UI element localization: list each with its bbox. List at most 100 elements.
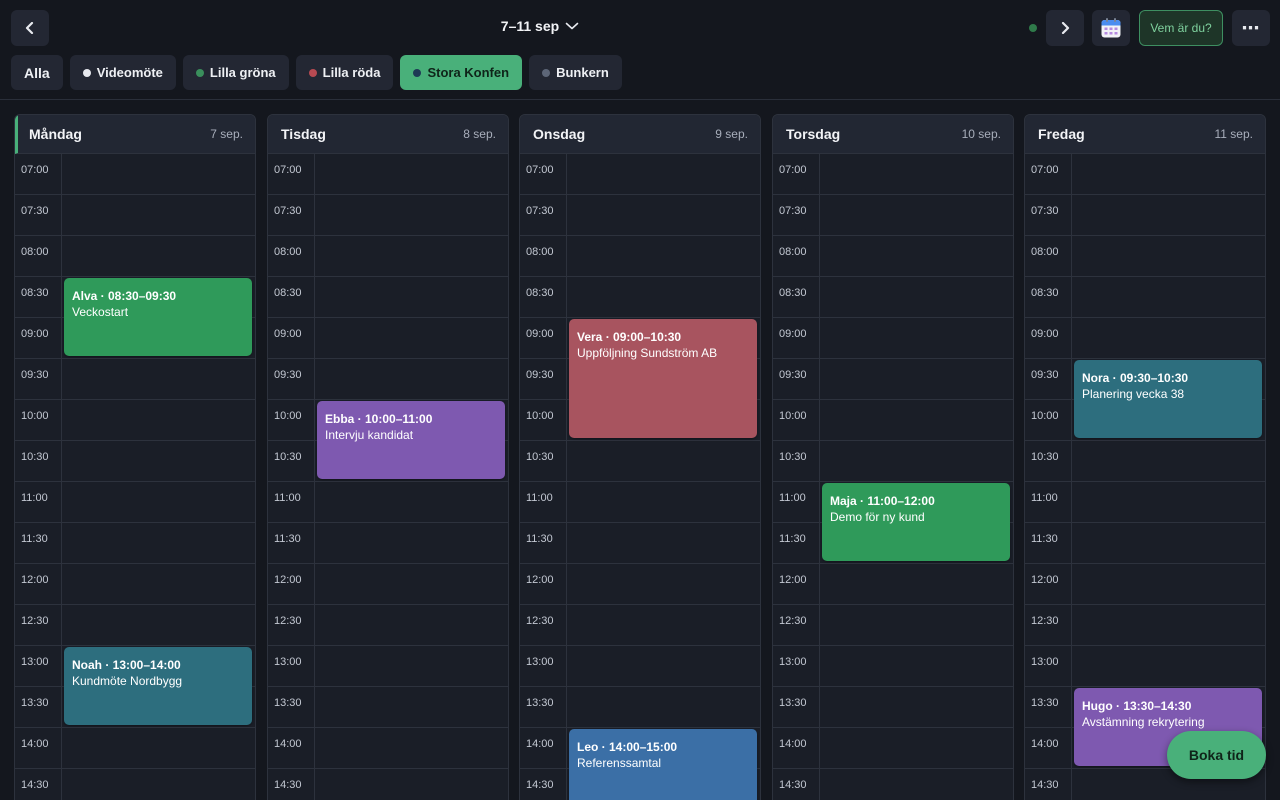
time-slot-cell[interactable] xyxy=(820,728,1013,768)
time-slot-cell[interactable] xyxy=(62,728,255,768)
next-week-button[interactable] xyxy=(1046,10,1084,46)
previous-week-button[interactable] xyxy=(11,10,49,46)
filter-chip[interactable]: Alla xyxy=(11,55,63,90)
filter-chip[interactable]: Videomöte xyxy=(69,55,176,90)
time-slot-cell[interactable] xyxy=(1072,195,1265,235)
time-slot-cell[interactable] xyxy=(820,359,1013,399)
time-slot-cell[interactable] xyxy=(315,564,508,604)
time-slot-cell[interactable] xyxy=(567,523,760,563)
time-label: 14:00 xyxy=(15,728,62,768)
time-label: 09:00 xyxy=(520,318,567,358)
calendar-button[interactable] xyxy=(1092,10,1130,46)
time-slot-cell[interactable] xyxy=(567,236,760,276)
time-slot-cell[interactable] xyxy=(567,646,760,686)
time-slot-cell[interactable] xyxy=(315,646,508,686)
book-time-button[interactable]: Boka tid xyxy=(1167,731,1266,779)
time-slot-cell[interactable] xyxy=(315,482,508,522)
time-slot-cell[interactable] xyxy=(315,605,508,645)
time-label: 08:00 xyxy=(268,236,315,276)
time-slot-cell[interactable] xyxy=(820,441,1013,481)
calendar-event[interactable]: Maja · 11:00–12:00 Demo för ny kund xyxy=(822,483,1010,561)
time-slot-cell[interactable] xyxy=(1072,523,1265,563)
time-slot-cell[interactable] xyxy=(62,195,255,235)
time-slot-cell[interactable] xyxy=(1072,646,1265,686)
time-slot-row: 07:00 xyxy=(268,154,508,195)
event-description: Planering vecka 38 xyxy=(1082,387,1185,401)
time-slot-cell[interactable] xyxy=(1072,605,1265,645)
time-slot-cell[interactable] xyxy=(567,154,760,194)
time-slot-cell[interactable] xyxy=(820,277,1013,317)
calendar-event[interactable]: Leo · 14:00–15:00 Referenssamtal xyxy=(569,729,757,800)
time-slot-cell[interactable] xyxy=(1072,318,1265,358)
time-slot-cell[interactable] xyxy=(315,523,508,563)
time-slot-cell[interactable] xyxy=(567,195,760,235)
time-slot-cell[interactable] xyxy=(62,441,255,481)
time-label: 11:30 xyxy=(15,523,62,563)
filter-chip[interactable]: Bunkern xyxy=(529,55,622,90)
time-slot-cell[interactable] xyxy=(820,605,1013,645)
time-slot-cell[interactable] xyxy=(62,769,255,800)
who-are-you-button[interactable]: Vem är du? xyxy=(1139,10,1223,46)
more-options-button[interactable]: ⋯ xyxy=(1232,10,1270,46)
time-slot-cell[interactable] xyxy=(62,523,255,563)
chevron-right-icon xyxy=(1061,22,1070,34)
time-slot-cell[interactable] xyxy=(62,605,255,645)
time-slot-cell[interactable] xyxy=(1072,482,1265,522)
time-label: 09:00 xyxy=(1025,318,1072,358)
time-slot-cell[interactable] xyxy=(820,564,1013,604)
time-grid: 07:00 07:30 08:00 08:30 09:00 09:30 10:00 10:30… xyxy=(520,154,760,800)
time-slot-cell[interactable] xyxy=(315,154,508,194)
time-label: 14:30 xyxy=(520,769,567,800)
time-slot-cell[interactable] xyxy=(1072,277,1265,317)
time-slot-cell[interactable] xyxy=(315,277,508,317)
calendar-event[interactable]: Alva · 08:30–09:30 Veckostart xyxy=(64,278,252,356)
time-slot-cell[interactable] xyxy=(315,318,508,358)
time-slot-cell[interactable] xyxy=(62,359,255,399)
time-slot-cell[interactable] xyxy=(315,195,508,235)
filter-chip[interactable]: Lilla röda xyxy=(295,55,394,90)
time-slot-cell[interactable] xyxy=(1072,564,1265,604)
time-slot-cell[interactable] xyxy=(820,195,1013,235)
time-slot-cell[interactable] xyxy=(567,441,760,481)
day-date: 9 sep. xyxy=(715,127,748,141)
time-slot-cell[interactable] xyxy=(820,154,1013,194)
time-slot-cell[interactable] xyxy=(567,605,760,645)
time-slot-cell[interactable] xyxy=(315,728,508,768)
time-slot-cell[interactable] xyxy=(62,482,255,522)
filter-chip-label: Alla xyxy=(24,64,50,81)
time-slot-row: 13:00 xyxy=(773,646,1013,687)
time-slot-cell[interactable] xyxy=(315,359,508,399)
time-slot-cell[interactable] xyxy=(820,646,1013,686)
time-slot-cell[interactable] xyxy=(820,318,1013,358)
time-slot-cell[interactable] xyxy=(567,482,760,522)
time-slot-cell[interactable] xyxy=(315,769,508,800)
time-label: 07:00 xyxy=(520,154,567,194)
time-slot-cell[interactable] xyxy=(1072,154,1265,194)
time-slot-cell[interactable] xyxy=(1072,441,1265,481)
time-slot-cell[interactable] xyxy=(820,236,1013,276)
time-slot-cell[interactable] xyxy=(567,687,760,727)
time-slot-cell[interactable] xyxy=(1072,236,1265,276)
time-slot-cell[interactable] xyxy=(62,236,255,276)
time-slot-cell[interactable] xyxy=(820,769,1013,800)
time-slot-cell[interactable] xyxy=(567,564,760,604)
event-description: Veckostart xyxy=(72,305,129,319)
time-slot-cell[interactable] xyxy=(820,687,1013,727)
week-selector[interactable]: 7–11 sep xyxy=(480,18,600,34)
time-slot-cell[interactable] xyxy=(62,154,255,194)
time-slot-cell[interactable] xyxy=(315,687,508,727)
time-slot-cell[interactable] xyxy=(62,564,255,604)
time-label: 12:00 xyxy=(1025,564,1072,604)
calendar-event[interactable]: Vera · 09:00–10:30 Uppföljning Sundström … xyxy=(569,319,757,438)
time-slot-row: 12:30 xyxy=(15,605,255,646)
time-slot-cell[interactable] xyxy=(567,277,760,317)
calendar-event[interactable]: Nora · 09:30–10:30 Planering vecka 38 xyxy=(1074,360,1262,438)
time-slot-cell[interactable] xyxy=(820,400,1013,440)
filter-chip[interactable]: Lilla gröna xyxy=(182,55,289,90)
time-slot-cell[interactable] xyxy=(315,236,508,276)
filter-chip[interactable]: Stora Konfen xyxy=(400,55,523,90)
calendar-event[interactable]: Ebba · 10:00–11:00 Intervju kandidat xyxy=(317,401,505,479)
calendar-event[interactable]: Noah · 13:00–14:00 Kundmöte Nordbygg xyxy=(64,647,252,725)
day-header: Torsdag 10 sep. xyxy=(773,115,1013,154)
time-slot-cell[interactable] xyxy=(62,400,255,440)
